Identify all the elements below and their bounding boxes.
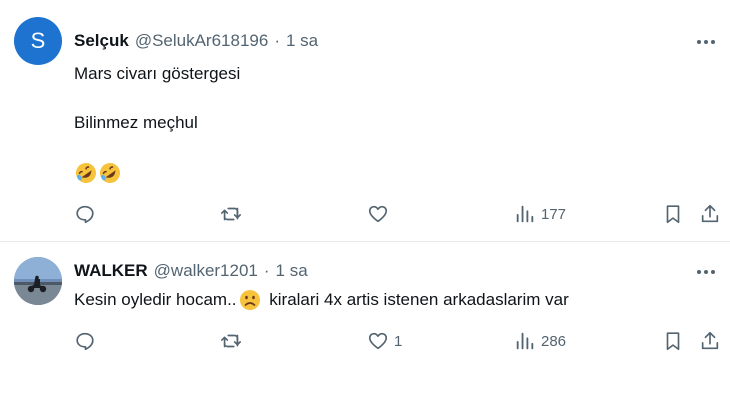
avatar[interactable]: S: [14, 17, 62, 65]
views-button[interactable]: 177: [514, 202, 566, 226]
display-name[interactable]: Selçuk: [74, 31, 129, 51]
analytics-icon: [516, 205, 534, 223]
reply-button[interactable]: [74, 202, 101, 226]
retweet-icon: [221, 207, 241, 221]
bookmark-button[interactable]: [662, 329, 684, 353]
rolling-on-floor-laughing-emoji: [76, 162, 96, 183]
retweet-button[interactable]: [220, 329, 247, 353]
share-button[interactable]: [699, 329, 721, 353]
reply-icon: [76, 332, 94, 351]
user-handle[interactable]: @SelukAr618196: [135, 31, 269, 51]
view-count: 286: [541, 332, 567, 350]
like-button[interactable]: 1: [367, 329, 402, 353]
bookmark-icon: [666, 205, 680, 224]
tweet-text-line: Bilinmez meçhul: [74, 113, 198, 132]
more-options-icon[interactable]: [694, 262, 718, 282]
avatar-letter: S: [30, 28, 46, 53]
user-handle[interactable]: @walker1201: [154, 261, 258, 281]
slightly-frowning-face-emoji: [239, 290, 260, 310]
bookmark-icon: [666, 332, 680, 351]
like-count: 1: [394, 332, 403, 350]
tweet-text-line: Mars civarı göstergesi: [74, 64, 241, 83]
retweet-icon: [221, 334, 241, 348]
separator-dot: ·: [263, 261, 270, 280]
more-options-icon[interactable]: [694, 32, 718, 52]
share-icon: [701, 331, 719, 350]
reply-button[interactable]: [74, 329, 101, 353]
bookmark-button[interactable]: [662, 202, 684, 226]
tweet-actions: 1 286: [74, 329, 722, 353]
heart-icon: [368, 332, 388, 350]
like-button[interactable]: [367, 202, 394, 226]
tweet[interactable]: S Selçuk @SelukAr618196 · 1 sa Mars civa…: [0, 0, 730, 242]
separator-dot: ·: [274, 31, 280, 50]
analytics-icon: [516, 332, 534, 350]
heart-icon: [368, 205, 388, 223]
reply-icon: [76, 205, 94, 224]
share-button[interactable]: [699, 202, 721, 226]
display-name[interactable]: WALKER: [74, 261, 148, 281]
motorcycle-silhouette-image: [14, 257, 62, 305]
views-button[interactable]: 286: [514, 329, 566, 353]
emoji-line: [74, 161, 122, 184]
tweet[interactable]: WALKER @walker1201 · 1 sa Kesin oyledir …: [0, 243, 730, 420]
timestamp[interactable]: 1 sa: [276, 261, 308, 281]
view-count: 177: [541, 205, 567, 223]
rolling-on-floor-laughing-emoji: [100, 162, 120, 183]
retweet-button[interactable]: [220, 202, 247, 226]
timestamp[interactable]: 1 sa: [286, 31, 318, 51]
tweet-text: Kesin oyledir hocam.. kiralari 4x artis …: [74, 289, 569, 311]
tweet-header: WALKER @walker1201 · 1 sa: [74, 260, 308, 282]
avatar[interactable]: [14, 257, 62, 305]
tweet-header: Selçuk @SelukAr618196 · 1 sa: [74, 30, 318, 52]
tweet-actions: 177: [74, 202, 722, 226]
tweet-text-before: Kesin oyledir hocam..: [74, 290, 237, 309]
tweet-text-after: kiralari 4x artis istenen arkadaslarim v…: [264, 290, 569, 309]
share-icon: [701, 204, 719, 223]
